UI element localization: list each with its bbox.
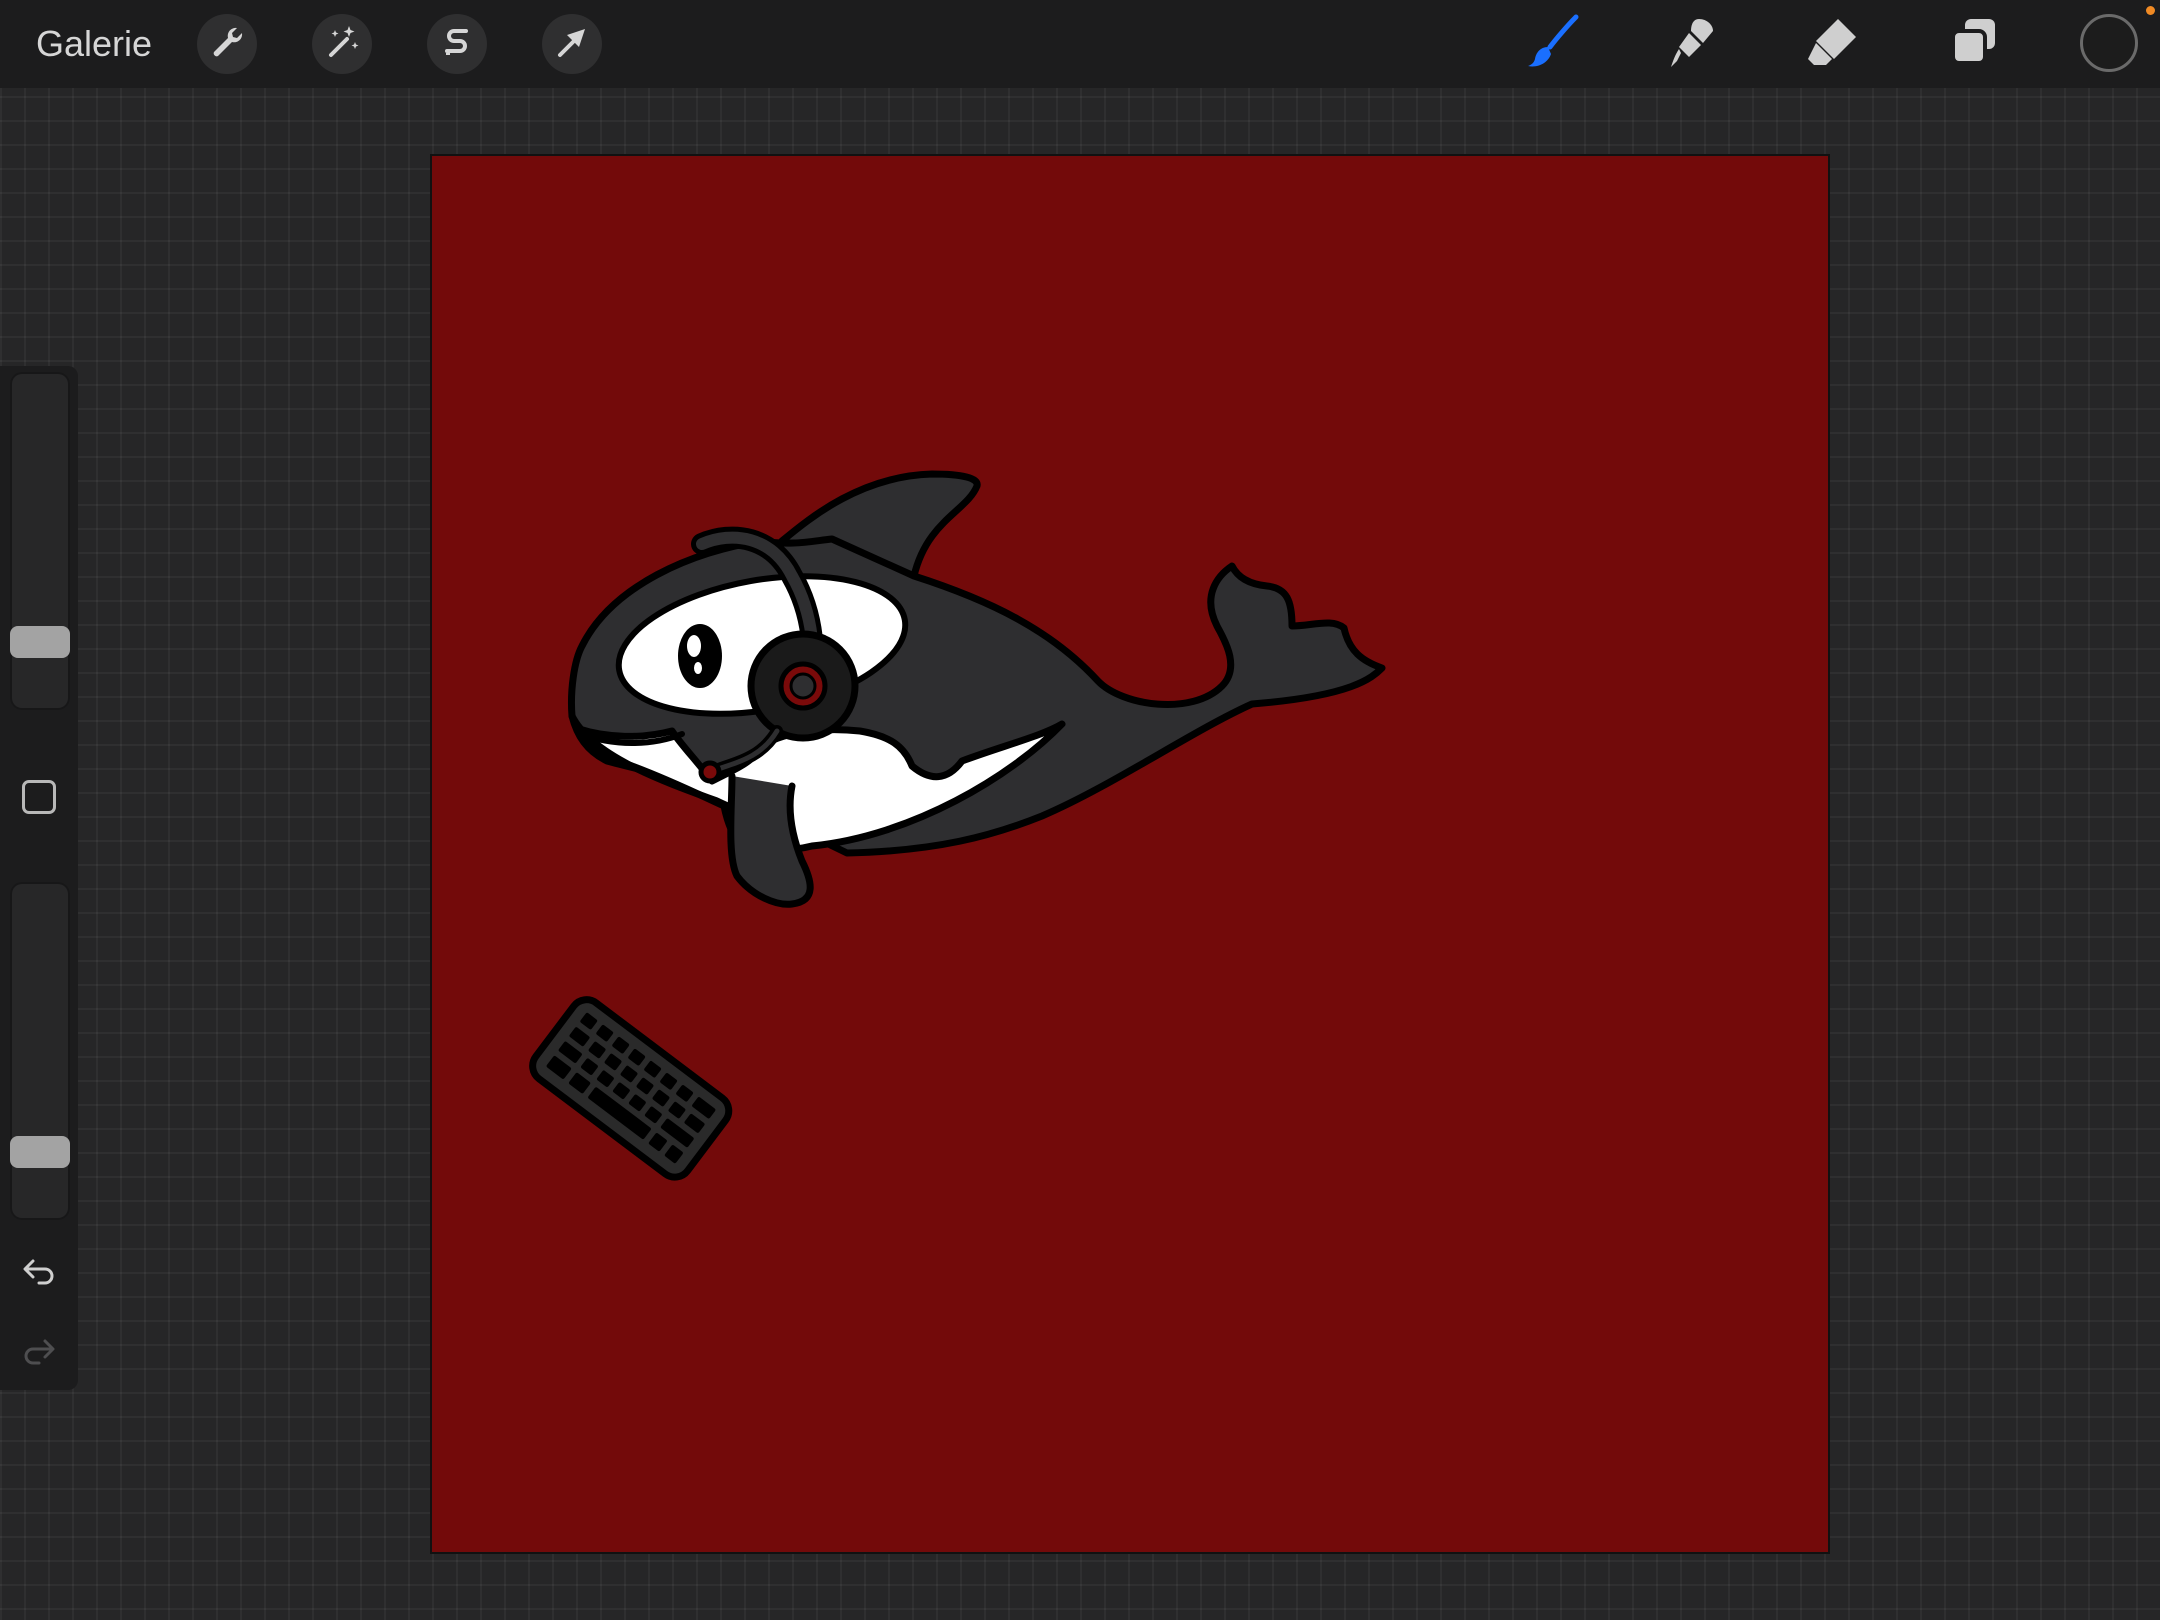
opacity-slider[interactable]: [10, 882, 70, 1220]
eraser-icon: [1804, 13, 1862, 76]
transform-arrow-icon: [552, 22, 592, 67]
notification-dot: [2146, 6, 2155, 15]
brush-size-thumb[interactable]: [10, 626, 70, 658]
color-picker-button[interactable]: [2080, 14, 2138, 72]
redo-arrow-icon: [19, 1331, 59, 1376]
brush-size-slider[interactable]: [10, 372, 70, 710]
opacity-thumb[interactable]: [10, 1136, 70, 1168]
undo-arrow-icon: [19, 1251, 59, 1296]
redo-button[interactable]: [16, 1330, 62, 1376]
magic-wand-icon: [322, 22, 362, 67]
wrench-icon: [207, 22, 247, 67]
top-toolbar: Galerie: [0, 0, 2160, 88]
gallery-button[interactable]: Galerie: [36, 20, 152, 68]
brush-icon: [1524, 13, 1582, 76]
selection-button[interactable]: [427, 14, 487, 74]
actions-button[interactable]: [197, 14, 257, 74]
layers-icon: [1945, 13, 2003, 76]
modify-button[interactable]: [22, 780, 56, 814]
artwork: [432, 156, 1828, 1552]
smudge-tool-button[interactable]: [1660, 14, 1724, 74]
drawing-canvas[interactable]: [432, 156, 1828, 1552]
left-sidebar: [0, 366, 78, 1390]
selection-s-icon: [437, 22, 477, 67]
layers-button[interactable]: [1942, 14, 2006, 74]
adjustments-button[interactable]: [312, 14, 372, 74]
brush-tool-button[interactable]: [1521, 14, 1585, 74]
undo-button[interactable]: [16, 1250, 62, 1296]
eraser-tool-button[interactable]: [1801, 14, 1865, 74]
transform-button[interactable]: [542, 14, 602, 74]
smudge-icon: [1663, 13, 1721, 76]
